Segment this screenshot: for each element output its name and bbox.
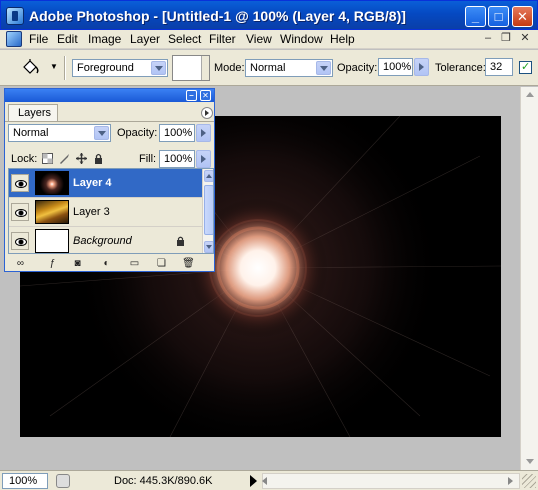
- layer-thumbnail: [35, 200, 69, 224]
- options-separator: [64, 56, 66, 80]
- fill-source-dropdown[interactable]: Foreground: [72, 59, 168, 77]
- scroll-right-icon[interactable]: [508, 477, 513, 485]
- menu-edit[interactable]: Edit: [57, 32, 78, 46]
- zoom-field[interactable]: 100%: [2, 473, 48, 489]
- palette-title-bar[interactable]: – ✕: [5, 89, 214, 102]
- layer-list: Layer 4 Layer 3 Background: [8, 168, 214, 254]
- lock-label: Lock:: [11, 153, 38, 165]
- opacity-field[interactable]: 100%: [378, 58, 413, 76]
- document-restore-button[interactable]: ❐: [498, 32, 514, 46]
- status-info-icon[interactable]: [56, 474, 70, 488]
- fill-source-value: Foreground: [77, 62, 134, 74]
- menu-bar: File Edit Image Layer Select Filter View…: [0, 30, 538, 49]
- menu-file[interactable]: File: [29, 32, 48, 46]
- visibility-eye-icon[interactable]: [11, 174, 29, 192]
- layer-thumbnail: [35, 229, 69, 253]
- mode-label: Mode:: [214, 62, 245, 74]
- layer-thumbnail: [35, 171, 69, 195]
- lock-all-icon[interactable]: [93, 153, 104, 164]
- palette-minimize-button[interactable]: –: [186, 90, 197, 101]
- tolerance-label: Tolerance:: [435, 62, 486, 74]
- scroll-left-icon[interactable]: [262, 477, 267, 485]
- menu-view[interactable]: View: [246, 32, 272, 46]
- scroll-up-icon[interactable]: [204, 170, 213, 182]
- scroll-down-icon[interactable]: [523, 456, 537, 468]
- adjustment-layer-icon[interactable]: ◐: [100, 258, 113, 270]
- vertical-scrollbar[interactable]: [520, 87, 538, 470]
- visibility-eye-icon[interactable]: [11, 203, 29, 221]
- layer-row-background[interactable]: Background: [9, 227, 202, 253]
- maximize-button[interactable]: □: [488, 6, 509, 27]
- fill-label: Fill:: [139, 153, 157, 165]
- layer-opacity-field[interactable]: 100%: [159, 124, 195, 142]
- chevron-down-icon[interactable]: [151, 61, 166, 75]
- horizontal-scrollbar[interactable]: [262, 473, 520, 489]
- new-layer-icon[interactable]: ❏: [155, 258, 168, 270]
- menu-select[interactable]: Select: [168, 32, 201, 46]
- mode-value: Normal: [250, 62, 286, 74]
- document-minimize-button[interactable]: –: [480, 32, 496, 46]
- blend-mode-dropdown[interactable]: Normal: [8, 124, 111, 142]
- opacity-slider-button[interactable]: [414, 58, 429, 76]
- lock-pixels-icon[interactable]: [59, 153, 70, 164]
- layer-opacity-slider-button[interactable]: [196, 124, 211, 142]
- document-icon[interactable]: [6, 31, 22, 47]
- options-bar: ▼ Foreground Mode: Normal Opacity: 100% …: [0, 50, 538, 86]
- layer-opacity-label: Opacity:: [117, 127, 158, 139]
- menu-window[interactable]: Window: [280, 32, 323, 46]
- window-title: Adobe Photoshop - [Untitled-1 @ 100% (La…: [29, 8, 406, 24]
- palette-menu-icon[interactable]: [201, 107, 213, 119]
- paint-bucket-icon[interactable]: [20, 58, 40, 78]
- document-close-button[interactable]: ✕: [517, 32, 533, 46]
- opacity-label: Opacity:: [337, 62, 378, 74]
- menu-image[interactable]: Image: [88, 32, 121, 46]
- new-group-icon[interactable]: ▭: [128, 258, 141, 270]
- scroll-down-icon[interactable]: [204, 241, 213, 253]
- layer-row-layer-4[interactable]: Layer 4: [9, 169, 202, 198]
- layer-name[interactable]: Layer 3: [73, 206, 110, 218]
- layer-lock-icon: [177, 236, 184, 246]
- layers-palette-footer: ∞ ƒ ◙ ◐ ▭ ❏ 🗑: [8, 257, 214, 271]
- close-button[interactable]: ✕: [512, 6, 533, 27]
- status-menu-arrow-icon[interactable]: [250, 475, 257, 487]
- menu-filter[interactable]: Filter: [209, 32, 236, 46]
- title-bar: Adobe Photoshop - [Untitled-1 @ 100% (La…: [0, 0, 538, 30]
- document-size-info: Doc: 445.3K/890.6K: [114, 475, 213, 487]
- lock-position-icon[interactable]: [76, 153, 87, 164]
- photoshop-app-icon[interactable]: [6, 7, 24, 25]
- visibility-eye-icon[interactable]: [11, 232, 29, 250]
- chevron-down-icon[interactable]: [94, 126, 109, 140]
- lock-transparency-icon[interactable]: [42, 153, 53, 164]
- blend-mode-value: Normal: [13, 127, 49, 139]
- layer-name[interactable]: Background: [73, 235, 132, 247]
- status-bar: 100% Doc: 445.3K/890.6K: [0, 470, 538, 490]
- trash-icon[interactable]: 🗑: [182, 258, 195, 270]
- layer-list-scrollbar[interactable]: [202, 169, 213, 253]
- link-icon[interactable]: ∞: [14, 258, 27, 270]
- palette-close-button[interactable]: ✕: [200, 90, 211, 101]
- scroll-thumb[interactable]: [204, 185, 213, 235]
- fill-field[interactable]: 100%: [159, 150, 195, 168]
- minimize-button[interactable]: _: [465, 6, 486, 27]
- pattern-picker-arrow-icon[interactable]: [201, 56, 209, 80]
- tab-layers[interactable]: Layers: [8, 104, 58, 121]
- tool-preset-arrow-icon[interactable]: ▼: [50, 62, 58, 71]
- layer-row-layer-3[interactable]: Layer 3: [9, 198, 202, 227]
- menu-help[interactable]: Help: [330, 32, 355, 46]
- layer-name[interactable]: Layer 4: [73, 177, 112, 189]
- scroll-up-icon[interactable]: [523, 89, 537, 101]
- tolerance-field[interactable]: 32: [485, 58, 513, 76]
- anti-alias-checkbox[interactable]: [519, 60, 532, 74]
- menu-layer[interactable]: Layer: [130, 32, 160, 46]
- mode-dropdown[interactable]: Normal: [245, 59, 333, 77]
- chevron-down-icon[interactable]: [316, 61, 331, 75]
- layer-mask-icon[interactable]: ◙: [71, 258, 84, 270]
- pattern-picker[interactable]: [172, 55, 210, 81]
- resize-grip[interactable]: [522, 474, 536, 488]
- fill-slider-button[interactable]: [196, 150, 211, 168]
- layer-style-icon[interactable]: ƒ: [46, 258, 59, 270]
- layers-palette: – ✕ Layers Normal Opacity: 100% Lock: Fi…: [4, 88, 215, 272]
